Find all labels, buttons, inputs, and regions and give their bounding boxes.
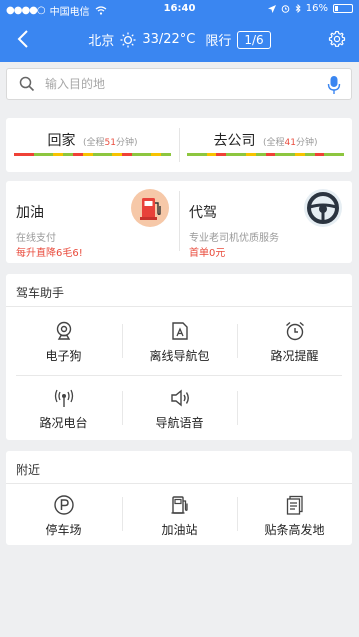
chauffeur-promo: 首单0元 [189,248,226,259]
traffic-segment [72,153,83,156]
chauffeur-service[interactable]: 代驾 专业老司机优质服务 首单0元 [179,181,352,263]
services-card: 加油 在线支付 每升直降6毛6! 代驾 专业老司机优质服务 首单0元 [6,181,352,263]
traffic-segment [92,153,103,156]
divider [179,191,180,251]
ticket-icon [284,494,306,516]
commute-work[interactable]: 去公司 (全程41分钟) [179,118,352,172]
traffic-segment [304,153,315,156]
location-arrow-icon [267,4,276,13]
traffic-segment [285,153,295,156]
traffic-segment [226,153,237,156]
chauffeur-desc: 专业老司机优质服务 [189,233,279,244]
traffic-bar-home [14,153,171,156]
gear-icon [328,30,346,47]
commute-work-minutes: 41 [284,138,296,148]
alarm-icon [281,5,290,13]
radio-icon [53,387,75,409]
traffic-segment [324,153,335,156]
traffic-bar-work [187,153,344,156]
city-label: 北京 [88,34,115,49]
parking-icon [53,494,75,516]
bluetooth-icon [295,4,301,13]
top-bar: 北京 33/22°C 限行 1/6 [0,18,359,62]
search-bar [6,68,352,100]
assistant-item-radio[interactable]: 路况电台 [6,387,121,439]
traffic-segment [43,153,54,156]
offline-map-icon [169,320,191,342]
settings-button[interactable] [325,27,349,51]
traffic-segment [265,153,276,156]
traffic-segment [63,153,73,156]
battery-percent: 16% [305,3,328,14]
assistant-item-camera[interactable]: 电子狗 [6,320,121,372]
traffic-segment [196,153,207,156]
search-icon [17,74,37,94]
divider [237,391,238,425]
commute-home-title: 回家 [47,133,76,149]
traffic-segment [151,153,162,156]
nearby-card: 附近 停车场 加油站 贴条高发地 [6,451,352,545]
traffic-segment [121,153,132,156]
traffic-segment [187,153,197,156]
section-title: 驾车助手 [16,286,65,300]
camera-icon [53,320,75,342]
refuel-title: 加油 [16,205,44,221]
chauffeur-title: 代驾 [189,205,217,221]
traffic-segment [53,153,64,156]
commute-work-title: 去公司 [213,133,256,149]
traffic-segment [206,153,217,156]
traffic-segment [82,153,93,156]
limit-label: 限行 [205,34,232,49]
traffic-segment [334,153,344,156]
refuel-desc: 在线支付 [16,233,56,244]
traffic-segment [131,153,142,156]
section-title: 附近 [16,463,41,477]
refuel-service[interactable]: 加油 在线支付 每升直降6毛6! [6,181,179,263]
commute-card: 回家 (全程51分钟) 去公司 (全程41分钟) [6,118,352,172]
divider [6,306,352,307]
microphone-icon [327,76,341,94]
traffic-segment [23,153,34,156]
steering-wheel-icon [304,189,342,227]
commute-home-minutes: 51 [104,138,116,148]
traffic-segment [161,153,171,156]
temperature-label: 33/22°C [142,32,196,47]
traffic-segment [141,153,152,156]
traffic-segment [102,153,113,156]
traffic-segment [294,153,305,156]
commute-home[interactable]: 回家 (全程51分钟) [6,118,179,172]
traffic-segment [236,153,246,156]
assistant-item-offline-map[interactable]: 离线导航包 [122,320,237,372]
traffic-segment [314,153,325,156]
traffic-segment [245,153,256,156]
traffic-segment [14,153,24,156]
nearby-item-gas-station[interactable]: 加油站 [122,494,237,546]
driving-assistant-card: 驾车助手 电子狗 离线导航包 路况提醒 路况电台 导航语音 [6,274,352,440]
traffic-segment [33,153,44,156]
refuel-promo: 每升直降6毛6! [16,248,83,259]
voice-input-button[interactable] [327,75,341,95]
gas-station-icon [169,494,191,516]
divider [6,483,352,484]
alarm-clock-icon [284,320,306,342]
battery-icon [333,4,353,13]
divider [16,375,342,376]
traffic-segment [112,153,122,156]
gas-pump-icon [131,189,169,227]
nearby-item-parking[interactable]: 停车场 [6,494,121,546]
limit-badge[interactable]: 1/6 [237,30,271,49]
nearby-item-ticket-hotspot[interactable]: 贴条高发地 [237,494,352,546]
traffic-segment [255,153,266,156]
traffic-segment [275,153,286,156]
status-bar: ●●●●○ 中国电信 16:40 16% [0,0,359,18]
weather-info: 北京 33/22°C 限行 1/6 [0,30,359,49]
destination-input[interactable] [45,77,295,91]
sun-icon [120,32,136,47]
speaker-icon [169,387,191,409]
assistant-item-nav-voice[interactable]: 导航语音 [122,387,237,439]
assistant-item-traffic-alert[interactable]: 路况提醒 [237,320,352,372]
traffic-segment [216,153,227,156]
